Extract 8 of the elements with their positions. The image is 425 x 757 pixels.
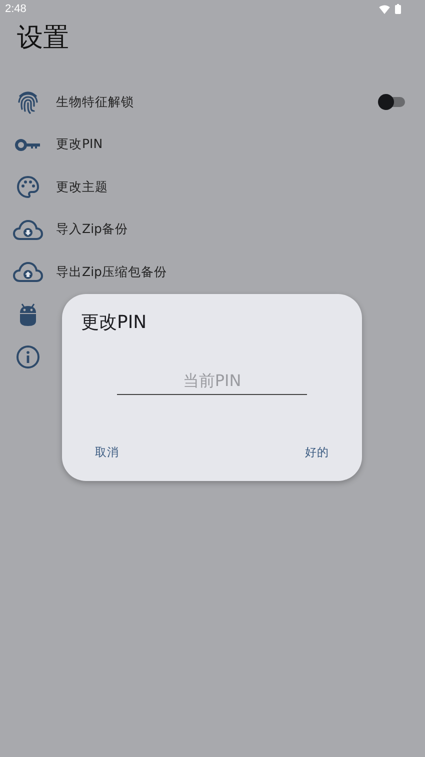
page-title: 设置 [17, 22, 70, 55]
settings-label: 生物特征解锁 [56, 94, 135, 111]
settings-label: 更改PIN [56, 136, 104, 154]
settings-label: 更改主题 [56, 178, 109, 196]
settings-label: 导出Zip压缩包备份 [56, 264, 168, 281]
dialog-title: 更改PIN [81, 311, 148, 335]
settings-label: 导入Zip备份 [56, 221, 129, 238]
status-time: 2:48 [5, 3, 26, 15]
